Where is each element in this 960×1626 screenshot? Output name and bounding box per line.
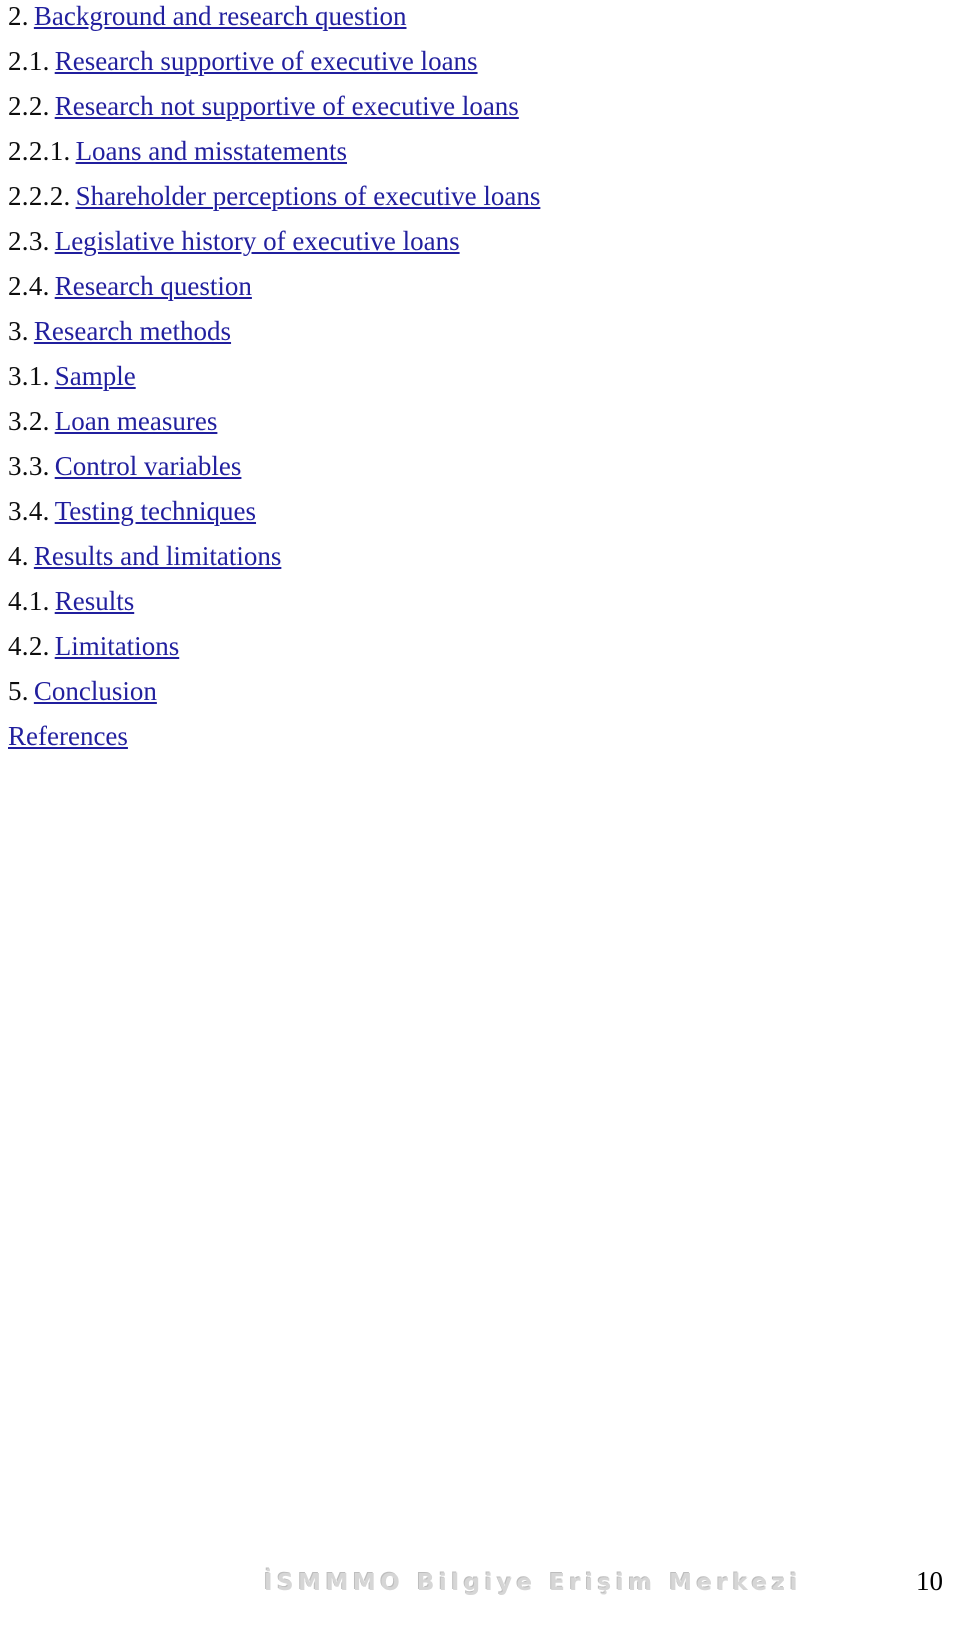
toc-entry[interactable]: 2.4. Research question — [0, 264, 960, 309]
toc-entry-number: 3.4. — [8, 496, 50, 526]
toc-entry[interactable]: 3.2. Loan measures — [0, 399, 960, 444]
toc-entry-number: 2.3. — [8, 226, 50, 256]
toc-entry[interactable]: 3.4. Testing techniques — [0, 489, 960, 534]
toc-entry-number: 2.4. — [8, 271, 50, 301]
toc-entry[interactable]: 3.1. Sample — [0, 354, 960, 399]
toc-entry-number: 4.2. — [8, 631, 50, 661]
toc-entry-link[interactable]: Research question — [55, 271, 252, 301]
page-number: 10 — [916, 1566, 943, 1596]
toc-entry-number: 2.2.2. — [8, 181, 71, 211]
toc-entry-number: 3.1. — [8, 361, 50, 391]
toc-entry[interactable]: 2.2. Research not supportive of executive… — [0, 84, 960, 129]
toc-entry-number: 2. — [8, 1, 29, 31]
toc-entry[interactable]: 2.2.2. Shareholder perceptions of executi… — [0, 174, 960, 219]
toc-entry-link[interactable]: Results and limitations — [34, 541, 282, 571]
toc-entry-number: 2.2. — [8, 91, 50, 121]
toc-entry[interactable]: 4.1. Results — [0, 579, 960, 624]
toc-entry-link[interactable]: Research supportive of executive loans — [55, 46, 478, 76]
toc-entry[interactable]: 2. Background and research question — [0, 0, 960, 39]
toc-entry[interactable]: 2.2.1. Loans and misstatements — [0, 129, 960, 174]
toc-entry-link[interactable]: Results — [55, 586, 135, 616]
toc-entry[interactable]: 5. Conclusion — [0, 669, 960, 714]
toc-entry-link[interactable]: Testing techniques — [55, 496, 256, 526]
toc-entry-number: 3.2. — [8, 406, 50, 436]
toc-entry[interactable]: References — [0, 714, 960, 759]
toc-entry[interactable]: 3.3. Control variables — [0, 444, 960, 489]
toc-entry-link[interactable]: Loan measures — [55, 406, 218, 436]
page-footer: İSMMMO Bilgiye Erişim Merkezi 10 — [0, 1556, 960, 1626]
toc-entry-link[interactable]: Background and research question — [34, 1, 407, 31]
toc-entry-link[interactable]: Loans and misstatements — [76, 136, 347, 166]
toc-entry[interactable]: 4. Results and limitations — [0, 534, 960, 579]
toc-entry-link[interactable]: Conclusion — [34, 676, 157, 706]
toc-entry-number: 3. — [8, 316, 29, 346]
table-of-contents: 2. Background and research question 2.1. Re… — [0, 0, 960, 759]
toc-entry-number: 5. — [8, 676, 29, 706]
toc-entry-link[interactable]: Research methods — [34, 316, 231, 346]
toc-entry-link[interactable]: Control variables — [55, 451, 242, 481]
library-watermark: İSMMMO Bilgiye Erişim Merkezi — [264, 1570, 802, 1596]
toc-entry-number: 4. — [8, 541, 29, 571]
toc-entry[interactable]: 2.3. Legislative history of executive loa… — [0, 219, 960, 264]
toc-entry-link[interactable]: Legislative history of executive loans — [55, 226, 460, 256]
toc-entry-number: 3.3. — [8, 451, 50, 481]
toc-entry-link[interactable]: Limitations — [55, 631, 180, 661]
toc-entry-link[interactable]: Sample — [55, 361, 136, 391]
toc-entry-number: 4.1. — [8, 586, 50, 616]
toc-entry-number: 2.2.1. — [8, 136, 71, 166]
toc-entry-link[interactable]: Shareholder perceptions of executive loa… — [76, 181, 541, 211]
toc-entry[interactable]: 2.1. Research supportive of executive loa… — [0, 39, 960, 84]
toc-entry-number: 2.1. — [8, 46, 50, 76]
toc-entry-link[interactable]: References — [8, 721, 128, 751]
toc-entry[interactable]: 3. Research methods — [0, 309, 960, 354]
toc-entry[interactable]: 4.2. Limitations — [0, 624, 960, 669]
toc-entry-link[interactable]: Research not supportive of executive loa… — [55, 91, 519, 121]
